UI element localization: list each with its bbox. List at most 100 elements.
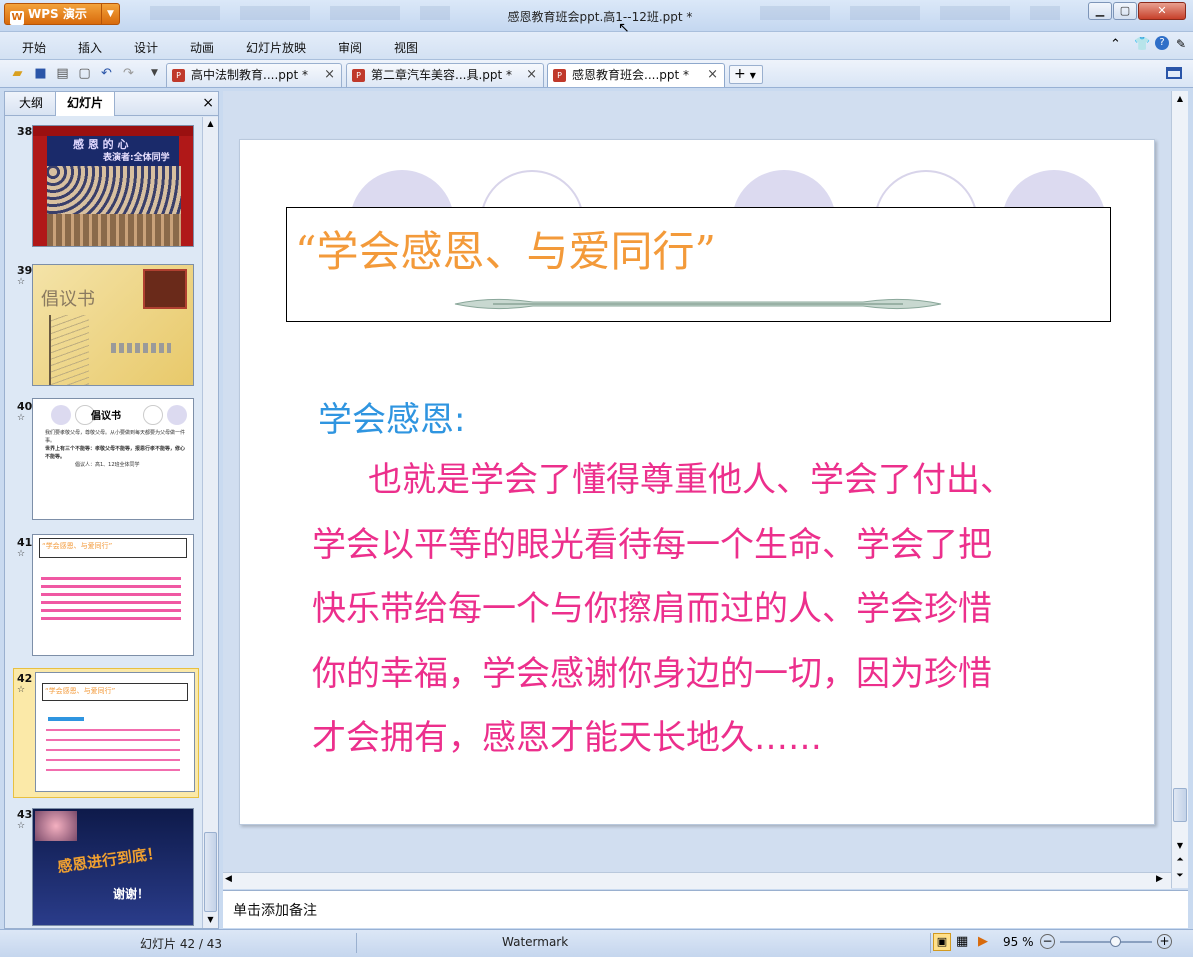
title-box[interactable]: “学会感恩、与爱同行” [286,207,1111,322]
main-horizontal-scrollbar[interactable]: ◀ ▶ [223,872,1171,889]
scroll-left-icon[interactable]: ◀ [225,874,232,884]
body-line: 也就是学会了懂得尊重他人、学会了付出、 [368,460,1014,500]
slide-thumb-43[interactable]: 感恩进行到底！ 谢谢！ [32,808,194,926]
slide-thumb-42[interactable]: “学会感恩、与爱同行” [35,672,195,792]
willow-image [49,315,89,385]
new-tab-button[interactable]: + ▼ [729,65,763,84]
thumb-subtitle: 谢谢！ [113,887,150,901]
slide-thumb-39[interactable]: 倡议书 [32,264,194,386]
slide-number: 40 [17,400,33,413]
skin-icon[interactable]: 👕 [1134,37,1150,52]
slide-number: 42 [17,672,33,685]
scroll-up-icon[interactable]: ▲ [203,117,218,131]
notes-placeholder: 单击添加备注 [233,903,317,919]
divider [356,933,357,953]
pane-tabs: 大纲 幻灯片 × [5,92,218,116]
zoom-slider-thumb[interactable] [1110,936,1122,947]
tab-slides[interactable]: 幻灯片 [55,92,115,116]
scroll-thumb[interactable] [1173,788,1187,822]
thumb-title: 倡议书 [91,411,121,422]
doc-tab-label: 第二章汽车美容...具.ppt * [371,68,513,82]
chevron-down-icon: ▼ [749,71,756,80]
circle-deco [51,405,71,425]
tab-outline[interactable]: 大纲 [7,92,55,116]
menu-insert[interactable]: 插入 [78,39,102,56]
slide-thumb-41[interactable]: “学会感恩、与爱同行” [32,534,194,656]
thumb-title: “学会感恩、与爱同行” [42,683,188,701]
pin-icon[interactable]: ✎ [1176,37,1186,51]
main-vertical-scrollbar[interactable]: ▲ ▼ ⏶ ⏷ [1171,91,1188,888]
close-tab-icon[interactable]: × [324,64,335,86]
thumb-line: 我们要孝敬父母，尊敬父母。从小要做到每天都要为父母做一件事。 [45,430,186,444]
menu-design[interactable]: 设计 [134,39,158,56]
scroll-thumb[interactable] [204,832,217,912]
open-folder-icon[interactable]: ▰ [9,65,26,82]
menu-slideshow[interactable]: 幻灯片放映 [246,39,306,56]
slide-sorter-icon[interactable]: ▦ [956,934,968,949]
animation-star-icon: ☆ [17,685,26,695]
thumb-subtitle: 表演者:全体同学 [103,153,170,163]
thumb-body: 我们要孝敬父母，尊敬父母。从小要做到每天都要为父母做一件事。 世界上有三个不能等… [45,429,187,469]
decorative-divider [454,298,942,310]
minimize-button[interactable]: ▁ [1088,2,1112,20]
previous-slide-icon[interactable]: ⏶ [1172,853,1188,868]
print-icon[interactable]: ▤ [54,65,71,82]
dropdown-icon[interactable]: ▼ [146,65,163,82]
doc-tab-law-education[interactable]: P 高中法制教育....ppt * × [166,63,342,87]
menu-home[interactable]: 开始 [22,39,46,56]
menu-review[interactable]: 审阅 [338,39,362,56]
menu-view[interactable]: 视图 [394,39,418,56]
thumb-body-lines [41,577,181,623]
window-layout-icon[interactable] [1166,67,1182,79]
zoom-out-icon[interactable]: − [1040,934,1055,949]
title-bar: W WPS 演示 ▼ 感恩教育班会ppt.高1--12班.ppt * ↖ ▁ ▢ … [0,0,1193,36]
menu-animation[interactable]: 动画 [190,39,214,56]
thumbnail-scrollbar[interactable]: ▲ ▼ [202,117,218,928]
help-icon[interactable]: ? [1155,36,1169,50]
notes-pane[interactable]: 单击添加备注 [223,890,1188,928]
print-preview-icon[interactable]: ▢ [76,65,93,82]
wps-app-menu-button[interactable]: W WPS 演示 ▼ [4,3,120,25]
template-name: Watermark [502,935,569,949]
scroll-down-icon[interactable]: ▼ [1172,838,1188,853]
slide-thumb-38[interactable]: 感 恩 的 心 表演者:全体同学 [32,125,194,247]
close-pane-icon[interactable]: × [202,95,214,111]
slideshow-icon[interactable]: ▶ [978,934,988,949]
body-line: 快乐带给每一个与你擦肩而过的人、学会珍惜 [312,589,992,629]
ghost-toolbar-strip [150,6,450,20]
curtain-right [179,126,193,246]
undo-icon[interactable]: ↶ [98,65,115,82]
ppt-file-icon: P [352,69,365,82]
curtain-left [33,126,47,246]
save-icon[interactable]: ■ [32,65,49,82]
ribbon-toggle-icon[interactable]: ⌃ [1110,37,1121,52]
thumb-title: 倡议书 [41,289,95,310]
zoom-slider[interactable] [1060,936,1152,947]
curtain-top [33,126,193,136]
normal-view-icon[interactable]: ▣ [933,933,951,951]
choir-image [47,166,181,214]
maximize-button[interactable]: ▢ [1113,2,1137,20]
next-slide-icon[interactable]: ⏷ [1172,869,1188,884]
scroll-down-icon[interactable]: ▼ [203,913,218,927]
doc-tab-gratitude[interactable]: P 感恩教育班会....ppt * × [547,63,725,87]
slide-thumb-40[interactable]: 倡议书 我们要孝敬父母，尊敬父母。从小要做到每天都要为父母做一件事。 世界上有三… [32,398,194,520]
slide-canvas[interactable]: “学会感恩、与爱同行” 学会感恩: 也就是学会了懂得尊重他人、学会了付出、 学会… [239,139,1155,825]
thumb-title: 感恩进行到底！ [56,843,163,877]
redo-icon[interactable]: ↷ [120,65,137,82]
close-tab-icon[interactable]: × [526,64,537,86]
slide-body[interactable]: 也就是学会了懂得尊重他人、学会了付出、 学会以平等的眼光看待每一个生命、学会了把… [312,448,1052,771]
doc-tab-car-beauty[interactable]: P 第二章汽车美容...具.ppt * × [346,63,544,87]
slide-number: 38 [17,125,33,138]
ppt-file-icon: P [553,69,566,82]
zoom-in-icon[interactable]: + [1157,934,1172,949]
document-tab-bar: ▰ ■ ▤ ▢ ↶ ↷ ▼ P 高中法制教育....ppt * × P 第二章汽… [0,60,1193,88]
body-line: 你的幸福，学会感谢你身边的一切，因为珍惜 [312,653,992,694]
close-window-button[interactable]: ✕ [1138,2,1186,20]
scroll-up-icon[interactable]: ▲ [1172,91,1188,106]
thumb-heading-line [48,717,84,721]
app-logo-label: WPS 演示 [28,7,87,21]
slide-number: 41 [17,536,33,549]
scroll-right-icon[interactable]: ▶ [1156,874,1163,884]
close-tab-icon[interactable]: × [707,64,718,86]
